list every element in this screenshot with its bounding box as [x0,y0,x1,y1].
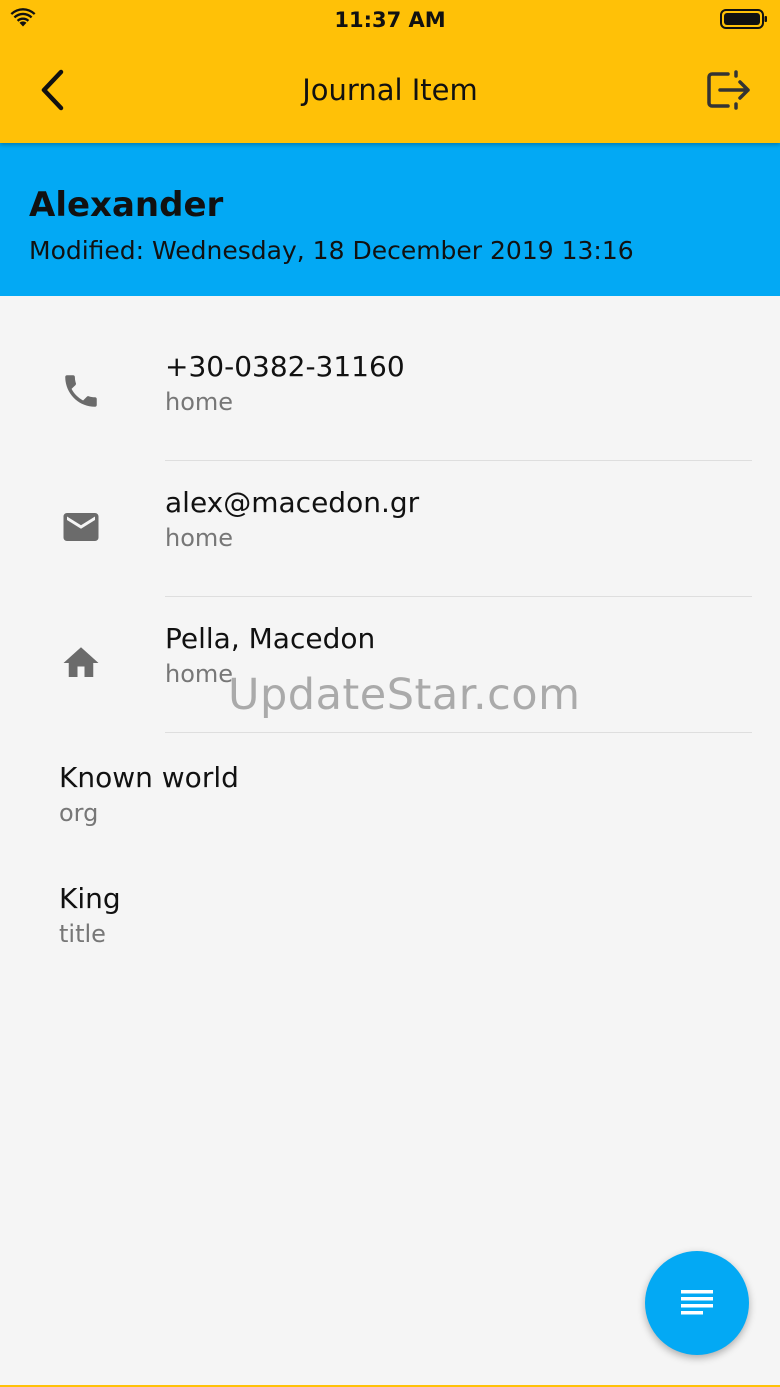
org-label: org [59,799,99,827]
address-row[interactable]: Pella, Macedon home [0,597,780,733]
address-value: Pella, Macedon [165,622,376,655]
phone-type: home [165,388,234,416]
email-type: home [165,524,234,552]
title-row: King title [0,882,780,992]
phone-value: +30-0382-31160 [165,350,405,383]
top-bar: 11:37 AM Journal Item [0,0,780,143]
title-label: title [59,920,106,948]
status-bar: 11:37 AM [0,0,780,40]
app-bar: Journal Item [0,40,780,143]
page-title: Journal Item [302,73,478,107]
status-time: 11:37 AM [334,8,446,32]
email-value: alex@macedon.gr [165,486,420,519]
org-value: Known world [59,761,239,794]
address-type: home [165,660,234,688]
email-icon [63,513,99,541]
notes-icon [681,1290,713,1315]
phone-icon [65,375,97,407]
title-value: King [59,882,121,915]
contact-name: Alexander [29,185,224,225]
divider [165,732,752,733]
home-icon [63,647,99,677]
exit-to-app-icon[interactable] [706,68,754,112]
contact-header: Alexander Modified: Wednesday, 18 Decemb… [0,143,780,296]
battery-icon [720,9,767,29]
org-row: Known world org [0,761,780,871]
notes-fab-button[interactable] [645,1251,749,1355]
email-row[interactable]: alex@macedon.gr home [0,461,780,597]
modified-timestamp: Modified: Wednesday, 18 December 2019 13… [29,236,634,265]
phone-row[interactable]: +30-0382-31160 home [0,325,780,461]
